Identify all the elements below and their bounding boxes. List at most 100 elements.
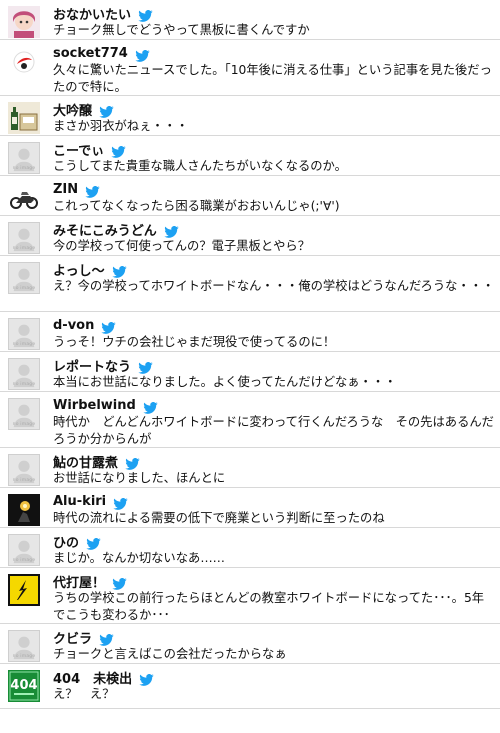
tweet-text: まじか。なんか切ないなあ…… [53,551,225,565]
no-image-avatar[interactable]: no image [8,142,40,174]
no-image-avatar[interactable]: no image [8,454,40,486]
twitter-bird-icon [139,671,154,686]
tweet-list: おなかいたい チョーク無しでどうやって黒板に書くんですか socket774 久々に驚… [0,0,500,709]
name-line: こーでぃ [53,140,496,159]
name-line: 鮎の甘露煮 [53,452,496,471]
tweet-item: no image ひの まじか。なんか切ないなあ…… [0,528,500,568]
no-image-avatar[interactable]: no image [8,222,40,254]
tweet-text: 本当にお世話になりました。よく使ってたんだけどなぁ・・・ [53,375,397,389]
name-line: よっし～ [53,260,496,279]
tweet-text: お世話になりました、ほんとに [53,471,226,485]
tweet-item: no image d-von うっそ！ウチの会社じゃまだ現役で使ってるのに！ [0,312,500,352]
404-avatar[interactable]: 404 [8,670,40,702]
name-line: ZIN [53,180,496,198]
twitter-bird-icon [164,223,179,238]
no-image-label: no image [12,654,36,659]
tweet-text: これってなくなったら困る職業がおおいんじゃ(;'∀') [53,199,340,213]
no-image-avatar[interactable]: no image [8,318,40,350]
user-name[interactable]: おなかいたい [53,4,131,23]
tweet-item: ZIN これってなくなったら困る職業がおおいんじゃ(;'∀') [0,176,500,216]
user-name[interactable]: ひの [53,532,79,551]
tweet-content: 404 未検出 え？ え？ [53,668,496,703]
no-image-label: no image [12,478,36,483]
tweet-content: 代打屋！ うちの学校この前行ったらほとんどの教室ホワイトボードになってた･･･。5… [53,572,496,624]
twitter-bird-icon [113,495,128,510]
name-line: 大吟醸 [53,100,496,119]
user-name[interactable]: socket774 [53,46,128,61]
no-image-label: no image [12,422,36,427]
tweet-content: よっし～ え？今の学校ってホワイトボードなん・・・俺の学校はどうなんだろうな・・・ [53,260,496,295]
name-line: socket774 [53,44,496,62]
tweet-content: クビラ チョークと言えばこの会社だったからなぁ [53,628,496,663]
twitter-bird-icon [138,359,153,374]
tweet-item: 代打屋！ うちの学校この前行ったらほとんどの教室ホワイトボードになってた･･･。5… [0,568,500,624]
tweet-text: 時代の流れによる需要の低下で廃業という判断に至ったのね [53,511,385,525]
no-image-avatar[interactable]: no image [8,262,40,294]
user-name[interactable]: よっし～ [53,260,105,279]
doll-avatar[interactable] [8,6,40,38]
tweet-content: d-von うっそ！ウチの会社じゃまだ現役で使ってるのに！ [53,316,496,351]
twitter-bird-icon [111,143,126,158]
user-name[interactable]: レポートなう [53,356,131,375]
name-line: 404 未検出 [53,668,496,687]
no-image-avatar[interactable]: no image [8,630,40,662]
no-image-label: no image [12,342,36,347]
tweet-item: no image みそにこみうどん 今の学校って何使ってんの？電子黒板とやら？ [0,216,500,256]
tweet-text: うっそ！ウチの会社じゃまだ現役で使ってるのに！ [53,335,336,349]
no-image-avatar[interactable]: no image [8,398,40,430]
user-name[interactable]: ZIN [53,182,78,197]
twitter-bird-icon [111,263,127,278]
motorcycle-avatar[interactable] [8,182,40,214]
tweet-item: no image よっし～ え？今の学校ってホワイトボードなん・・・俺の学校はどうな… [0,256,500,312]
user-name[interactable]: 大吟醸 [53,100,92,119]
logo-avatar[interactable] [8,46,40,78]
user-name[interactable]: 鮎の甘露煮 [53,452,118,471]
twitter-bird-icon [99,631,114,646]
tweet-item: no image 鮎の甘露煮 お世話になりました、ほんとに [0,448,500,488]
tweet-item: no image こーでぃ こうしてまた貴重な職人さんたちがいなくなるのか。 [0,136,500,176]
twitter-bird-icon [125,455,140,470]
tweet-text: 時代か どんどんホワイトボードに変わって行くんだろうな その先はあるんだろうか分… [53,415,494,446]
user-name[interactable]: Alu-kiri [53,494,106,509]
twitter-bird-icon [99,103,114,118]
tweet-text: 久々に驚いたニュースでした。「10年後に消える仕事」という記事を見た後だったので… [53,63,492,94]
tweet-text: え？今の学校ってホワイトボードなん・・・俺の学校はどうなんだろうな・・・ [53,279,495,293]
name-line: ひの [53,532,496,551]
tweet-text: 今の学校って何使ってんの？電子黒板とやら？ [53,239,311,253]
tweet-item: 404 404 未検出 え？ え？ [0,664,500,709]
name-line: Alu-kiri [53,492,496,510]
tweet-content: みそにこみうどん 今の学校って何使ってんの？電子黒板とやら？ [53,220,496,255]
no-image-label: no image [12,558,36,563]
name-line: クビラ [53,628,496,647]
name-line: みそにこみうどん [53,220,496,239]
user-name[interactable]: クビラ [53,628,92,647]
tweet-content: レポートなう 本当にお世話になりました。よく使ってたんだけどなぁ・・・ [53,356,496,391]
tweet-content: 鮎の甘露煮 お世話になりました、ほんとに [53,452,496,487]
user-name[interactable]: こーでぃ [53,140,104,159]
no-image-avatar[interactable]: no image [8,534,40,566]
twitter-bird-icon [101,319,117,334]
tweet-item: no image Wirbelwind 時代か どんどんホワイトボードに変わって行く… [0,392,500,448]
user-name[interactable]: Wirbelwind [53,398,136,413]
user-name[interactable]: 代打屋！ [53,572,105,591]
no-image-label: no image [12,286,36,291]
user-name[interactable]: d-von [53,318,94,333]
tweet-text: うちの学校この前行ったらほとんどの教室ホワイトボードになってた･･･。5年でこう… [53,591,485,622]
dark-avatar[interactable] [8,494,40,526]
tweet-text: チョークと言えばこの会社だったからなぁ [53,647,287,661]
tweet-content: おなかいたい チョーク無しでどうやって黒板に書くんですか [53,4,496,39]
tweet-item: Alu-kiri 時代の流れによる需要の低下で廃業という判断に至ったのね [0,488,500,528]
sake-avatar[interactable] [8,102,40,134]
user-name[interactable]: 404 未検出 [53,668,132,687]
tweet-item: no image クビラ チョークと言えばこの会社だったからなぁ [0,624,500,664]
tweet-item: socket774 久々に驚いたニュースでした。「10年後に消える仕事」という記事… [0,40,500,96]
user-name[interactable]: みそにこみうどん [53,220,157,239]
warning-avatar[interactable] [8,574,40,606]
tweet-content: こーでぃ こうしてまた貴重な職人さんたちがいなくなるのか。 [53,140,496,175]
tweet-content: Wirbelwind 時代か どんどんホワイトボードに変わって行くんだろうな その… [53,396,496,448]
name-line: おなかいたい [53,4,496,23]
no-image-avatar[interactable]: no image [8,358,40,390]
tweet-item: no image レポートなう 本当にお世話になりました。よく使ってたんだけどなぁ・… [0,352,500,392]
tweet-content: ひの まじか。なんか切ないなあ…… [53,532,496,567]
tweet-text: まさか羽衣がねぇ・・・ [53,119,189,133]
